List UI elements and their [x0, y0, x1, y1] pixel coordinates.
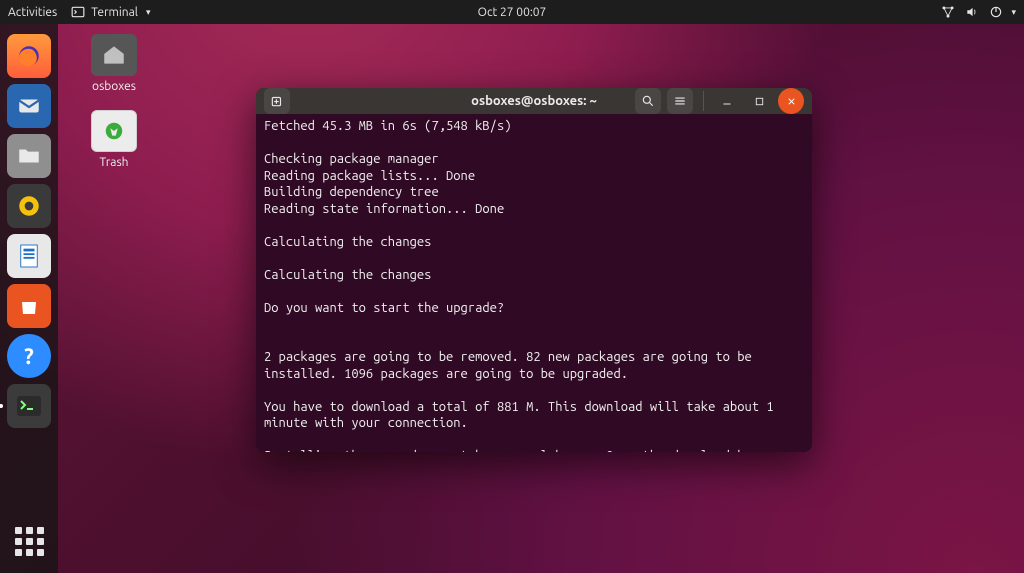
window-title: osboxes@osboxes: ~ [471, 94, 597, 108]
network-icon [941, 5, 955, 19]
new-tab-icon [270, 94, 284, 108]
terminal-icon [71, 5, 85, 19]
help-icon: ? [24, 344, 34, 369]
active-app-menu[interactable]: Terminal ▾ [71, 5, 150, 19]
search-icon [641, 94, 655, 108]
new-tab-button[interactable] [264, 88, 290, 114]
menu-button[interactable] [667, 88, 693, 114]
trash-icon [91, 110, 137, 152]
clock[interactable]: Oct 27 00:07 [478, 6, 547, 19]
minimize-button[interactable] [714, 88, 740, 114]
active-app-label: Terminal [91, 6, 138, 19]
volume-icon [965, 5, 979, 19]
clock-text: Oct 27 00:07 [478, 6, 547, 19]
power-icon [989, 5, 1003, 19]
dock-writer[interactable] [7, 234, 51, 278]
dock-firefox[interactable] [7, 34, 51, 78]
terminal-body[interactable]: Fetched 45.3 MB in 6s (7,548 kB/s) Check… [256, 114, 812, 452]
terminal-icon [17, 396, 41, 416]
show-applications[interactable] [7, 519, 51, 563]
dock-thunderbird[interactable] [7, 84, 51, 128]
desktop-home-folder[interactable]: osboxes [72, 34, 156, 93]
desktop-trash-label: Trash [72, 156, 156, 169]
mail-icon [16, 93, 42, 119]
maximize-button[interactable] [746, 88, 772, 114]
dropdown-caret-icon: ▾ [146, 7, 151, 18]
titlebar-divider [703, 91, 704, 111]
activities-label: Activities [8, 6, 57, 19]
volume-indicator[interactable] [965, 5, 979, 19]
desktop-trash[interactable]: Trash [72, 110, 156, 169]
firefox-icon [16, 43, 42, 69]
speaker-icon [16, 193, 42, 219]
dock: ? [0, 24, 58, 573]
dock-terminal[interactable] [7, 384, 51, 428]
dock-files[interactable] [7, 134, 51, 178]
top-bar: Activities Terminal ▾ Oct 27 00:07 ▾ [0, 0, 1024, 24]
window-titlebar[interactable]: osboxes@osboxes: ~ [256, 88, 812, 114]
dock-help[interactable]: ? [7, 334, 51, 378]
dock-software[interactable] [7, 284, 51, 328]
apps-grid-icon [15, 527, 44, 556]
power-indicator[interactable]: ▾ [989, 5, 1016, 19]
terminal-output: Fetched 45.3 MB in 6s (7,548 kB/s) Check… [264, 119, 781, 452]
folder-icon [16, 143, 42, 169]
dock-rhythmbox[interactable] [7, 184, 51, 228]
dropdown-caret-icon: ▾ [1011, 7, 1016, 18]
maximize-icon [754, 96, 765, 107]
close-icon [786, 96, 797, 107]
close-button[interactable] [778, 88, 804, 114]
terminal-window: osboxes@osboxes: ~ Fetched 45.3 MB in 6s… [256, 88, 812, 452]
hamburger-icon [673, 94, 687, 108]
search-button[interactable] [635, 88, 661, 114]
home-folder-icon [91, 34, 137, 76]
network-indicator[interactable] [941, 5, 955, 19]
document-icon [18, 243, 40, 269]
activities-button[interactable]: Activities [8, 6, 57, 19]
minimize-icon [721, 95, 733, 107]
desktop-home-label: osboxes [72, 80, 156, 93]
shopping-bag-icon [17, 294, 41, 318]
